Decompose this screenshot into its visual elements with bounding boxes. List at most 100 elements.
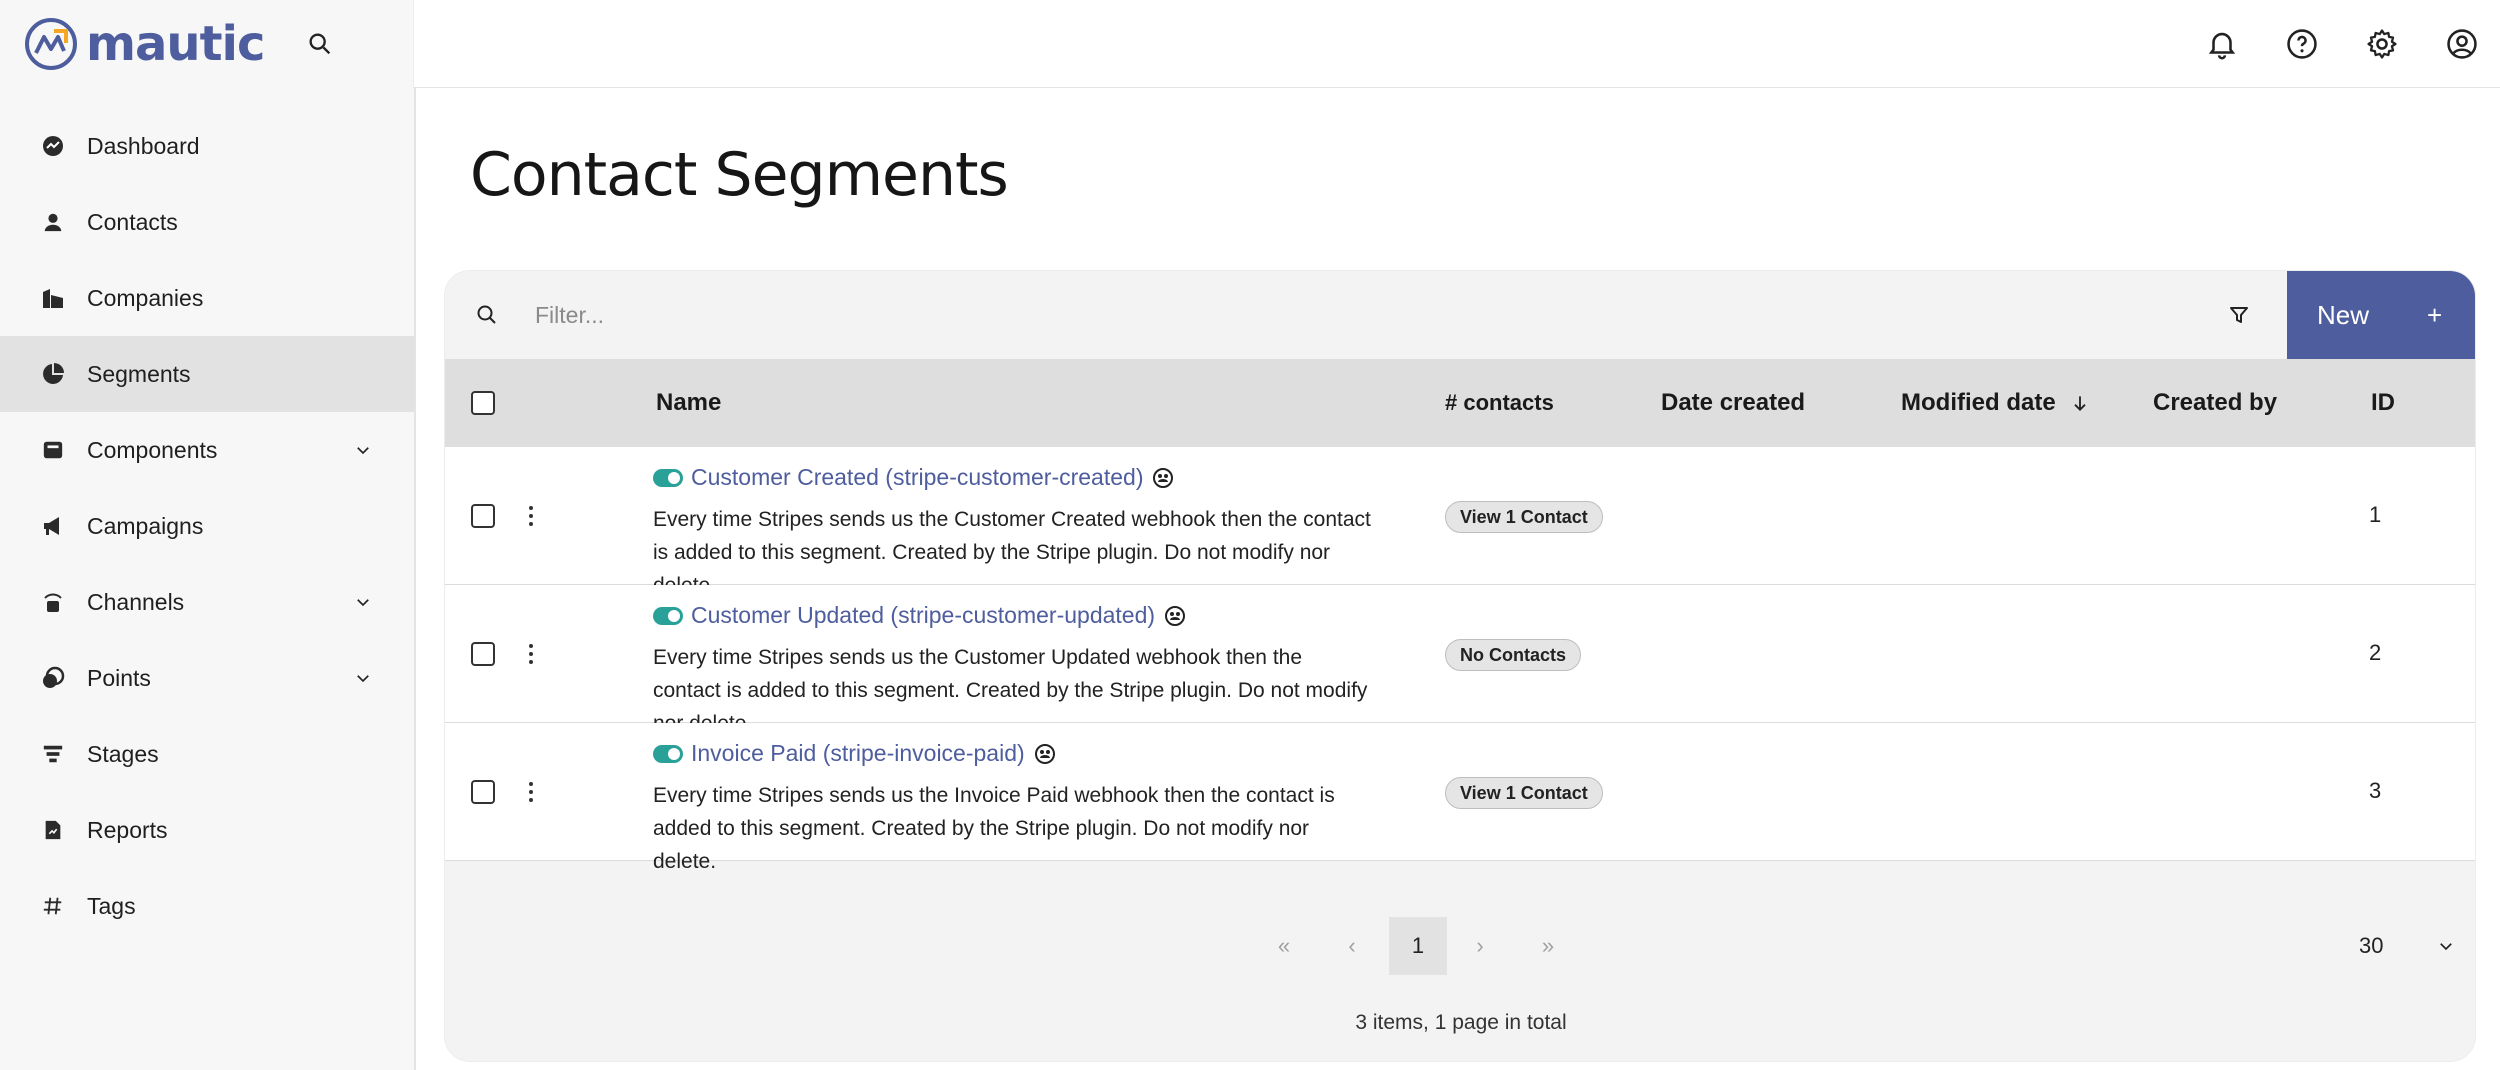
- column-date-created[interactable]: Date created: [1661, 359, 1805, 447]
- mautic-logo[interactable]: mautic: [24, 16, 265, 72]
- chevron-down-icon: [357, 599, 369, 607]
- list-toolbar: New +: [445, 271, 2475, 359]
- column-contacts[interactable]: # contacts: [1445, 359, 1554, 447]
- sidebar-item-label: Campaigns: [87, 512, 204, 539]
- chevron-down-icon[interactable]: [2437, 937, 2455, 955]
- sidebar-item-campaigns[interactable]: Campaigns: [0, 488, 414, 564]
- table-header: Name # contacts Date created Modified da…: [445, 359, 2475, 447]
- sidebar-item-label: Points: [87, 664, 151, 691]
- next-page-button[interactable]: ›: [1451, 917, 1509, 975]
- sidebar-item-segments[interactable]: Segments: [0, 336, 414, 412]
- contacts-icon: [40, 209, 66, 235]
- plus-icon: +: [2427, 299, 2443, 330]
- public-segment-icon: [1034, 743, 1055, 764]
- sidebar-item-dashboard[interactable]: Dashboard: [0, 108, 414, 184]
- column-name[interactable]: Name: [656, 359, 721, 447]
- sidebar-item-reports[interactable]: Reports: [0, 792, 414, 868]
- top-header: mautic: [0, 0, 2500, 88]
- new-button-label: New: [2317, 299, 2370, 330]
- more-vertical-icon[interactable]: [525, 641, 537, 667]
- filter-input[interactable]: [535, 291, 2135, 339]
- sidebar-item-label: Reports: [87, 816, 168, 843]
- first-page-button[interactable]: «: [1255, 917, 1313, 975]
- pagination-summary: 3 items, 1 page in total: [1355, 1011, 1567, 1034]
- more-vertical-icon[interactable]: [525, 779, 537, 805]
- mautic-logo-icon: [25, 18, 77, 70]
- column-modified-date[interactable]: Modified date: [1901, 359, 2090, 447]
- segment-id: 2: [2369, 640, 2382, 665]
- table-row: Customer Created (stripe-customer-create…: [445, 447, 2475, 597]
- sidebar-item-channels[interactable]: Channels: [0, 564, 414, 640]
- last-page-button[interactable]: »: [1519, 917, 1577, 975]
- published-toggle[interactable]: [653, 606, 683, 625]
- sidebar-item-label: Components: [87, 436, 218, 463]
- segment-link[interactable]: Customer Updated (stripe-customer-update…: [691, 602, 1155, 629]
- help-icon[interactable]: [2282, 24, 2322, 64]
- sidebar-item-label: Dashboard: [87, 132, 200, 159]
- segment-id: 1: [2369, 502, 2382, 527]
- companies-icon: [40, 285, 66, 311]
- segment-id: 3: [2369, 778, 2382, 803]
- search-icon[interactable]: [306, 30, 334, 58]
- chevron-down-icon: [357, 675, 369, 683]
- sidebar-item-components[interactable]: Components: [0, 412, 414, 488]
- brand-name: mautic: [86, 16, 265, 72]
- sidebar-item-companies[interactable]: Companies: [0, 260, 414, 336]
- contacts-badge[interactable]: View 1 Contact: [1445, 777, 1603, 809]
- prev-page-button[interactable]: ‹: [1323, 917, 1381, 975]
- header-actions: [2202, 0, 2500, 88]
- campaigns-icon: [40, 513, 66, 539]
- contacts-badge[interactable]: View 1 Contact: [1445, 501, 1603, 533]
- segment-link[interactable]: Customer Created (stripe-customer-create…: [691, 464, 1143, 491]
- brand-area: mautic: [0, 0, 414, 88]
- dashboard-icon: [40, 133, 66, 159]
- more-vertical-icon[interactable]: [525, 503, 537, 529]
- filter-funnel-icon[interactable]: [2227, 303, 2251, 327]
- new-segment-button[interactable]: New +: [2287, 271, 2475, 359]
- page-title: Contact Segments: [470, 140, 1009, 210]
- segment-name-cell: Customer Updated (stripe-customer-update…: [653, 602, 1187, 629]
- select-all-checkbox[interactable]: [471, 391, 495, 415]
- segments-icon: [40, 361, 66, 387]
- segments-panel: New + Name # contacts Date created Modif…: [444, 270, 2476, 1062]
- user-icon[interactable]: [2442, 24, 2482, 64]
- sidebar-item-stages[interactable]: Stages: [0, 716, 414, 792]
- segment-link[interactable]: Invoice Paid (stripe-invoice-paid): [691, 740, 1025, 767]
- select-all-checkbox-cell: [471, 359, 495, 447]
- sidebar-item-points[interactable]: Points: [0, 640, 414, 716]
- published-toggle[interactable]: [653, 744, 683, 763]
- column-created-by[interactable]: Created by: [2153, 359, 2277, 447]
- row-checkbox[interactable]: [471, 504, 495, 528]
- published-toggle[interactable]: [653, 468, 683, 487]
- sidebar-item-label: Companies: [87, 284, 204, 311]
- per-page-select[interactable]: 30: [2359, 917, 2383, 975]
- bell-icon[interactable]: [2202, 24, 2242, 64]
- column-id[interactable]: ID: [2371, 359, 2395, 447]
- stages-icon: [40, 741, 66, 767]
- search-icon: [477, 305, 496, 324]
- sidebar-item-label: Stages: [87, 740, 159, 767]
- contacts-badge[interactable]: No Contacts: [1445, 639, 1582, 671]
- sidebar-item-label: Tags: [87, 892, 136, 919]
- sidebar: Dashboard Contacts Companies Segments Co…: [0, 88, 416, 1070]
- points-icon: [40, 665, 66, 691]
- page-1-button[interactable]: 1: [1389, 917, 1447, 975]
- row-checkbox[interactable]: [471, 780, 495, 804]
- segment-name-cell: Customer Created (stripe-customer-create…: [653, 464, 1175, 491]
- segment-description: Every time Stripes sends us the Invoice …: [653, 784, 1335, 873]
- per-page-value: 30: [2359, 933, 2384, 958]
- sort-desc-icon: [2074, 396, 2086, 411]
- components-icon: [40, 437, 66, 463]
- row-checkbox[interactable]: [471, 642, 495, 666]
- reports-icon: [40, 817, 66, 843]
- sidebar-item-label: Segments: [87, 360, 191, 387]
- sidebar-item-contacts[interactable]: Contacts: [0, 184, 414, 260]
- chevron-down-icon: [357, 447, 369, 455]
- table-row: Customer Updated (stripe-customer-update…: [445, 585, 2475, 735]
- public-segment-icon: [1165, 605, 1186, 626]
- segment-name-cell: Invoice Paid (stripe-invoice-paid): [653, 740, 1057, 767]
- sidebar-item-label: Contacts: [87, 208, 178, 235]
- gear-icon[interactable]: [2362, 24, 2402, 64]
- sidebar-item-label: Channels: [87, 588, 185, 615]
- sidebar-item-tags[interactable]: Tags: [0, 868, 414, 944]
